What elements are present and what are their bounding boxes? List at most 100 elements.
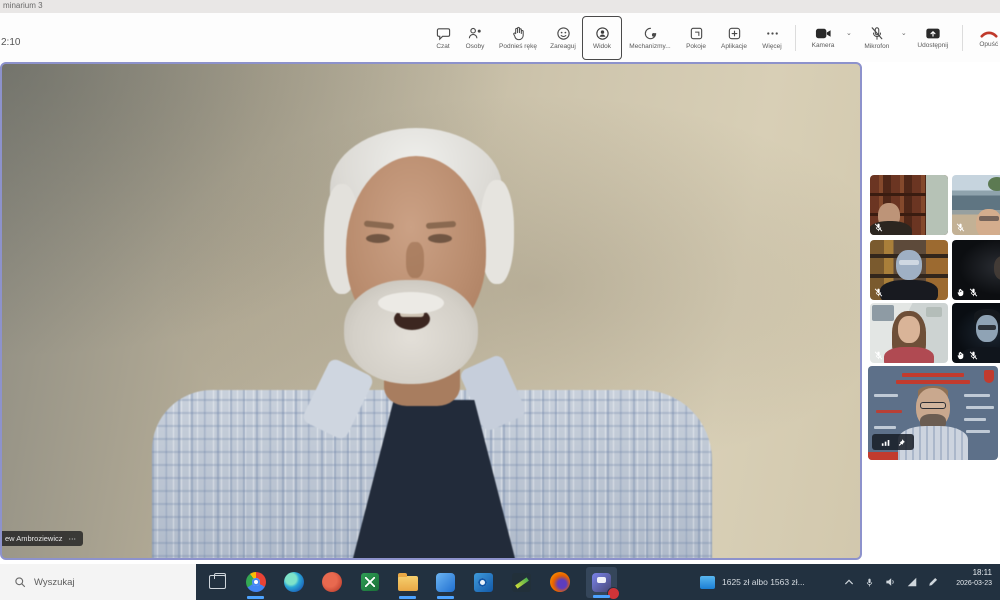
mic-chevron-icon[interactable]: ⌄ [901,29,907,37]
breakout-button[interactable]: Mechanizmy... [622,18,678,58]
participants-sidebar [862,62,1000,560]
tray-chevron-up-icon[interactable] [844,578,854,586]
participant-tile-presenter-slide[interactable] [868,366,998,460]
slide-text-bar [964,418,986,421]
notification-badge [607,587,620,600]
camera-chevron-icon[interactable]: ⌄ [846,29,852,37]
meeting-timer: 2:10 [1,37,20,48]
apps-button[interactable]: Aplikacje [714,18,754,58]
raised-hand-badge-icon [956,351,965,360]
speaker-mustache [378,292,444,314]
green-app-icon [512,573,531,592]
powerpoint-icon [322,572,342,592]
participant-tile-young-woman[interactable] [870,303,948,363]
teams-meeting-window: minarium 3 2:10 Czat Osoby Podnieś rękę … [0,0,1000,600]
participant-name-pill[interactable]: ew Ambroziewicz ⋯ [0,531,83,546]
tray-network-icon[interactable] [907,577,917,587]
slide-text-bar [966,406,994,409]
participant-tile-glasses-man[interactable] [870,240,948,300]
task-view-button[interactable] [206,571,229,594]
presenter-status-pill [872,434,914,450]
raise-hand-button[interactable]: Podnieś rękę [492,18,544,58]
rooms-label: Pokoje [686,43,706,50]
excel-button[interactable] [358,571,381,594]
blue-app-button[interactable] [434,571,457,594]
file-explorer-button[interactable] [396,571,419,594]
task-view-icon [209,575,226,589]
toolbar-divider [795,25,796,51]
taskbar-app-icons [198,564,617,600]
participant-more-icon[interactable]: ⋯ [69,534,77,543]
pin-icon [897,438,906,447]
slide-text-bar [964,394,990,397]
running-indicator [437,596,454,599]
mic-button[interactable]: Mikrofon [854,18,900,58]
share-button[interactable]: Udostępnij [909,18,957,58]
edge-button[interactable] [282,571,305,594]
slide-text-bar [966,430,990,433]
tray-pen-icon[interactable] [928,577,938,587]
status-badges [956,288,978,297]
mic-muted-badge [874,351,883,360]
teams-button[interactable] [586,567,617,598]
participant-tile-blue-light-man[interactable] [952,303,1000,363]
taskbar-clock[interactable]: 18:11 2026-03-23 [956,568,992,588]
presenter-glasses [920,402,946,409]
participant-tile-bookshelf-man[interactable] [870,175,948,235]
speaker-nose [406,242,424,278]
chat-icon [436,26,451,41]
chat-button[interactable]: Czat [428,18,458,58]
chat-label: Czat [436,43,449,50]
outlook-button[interactable] [472,571,495,594]
speaker-eye [428,234,452,243]
scene-tree [988,177,1000,191]
search-placeholder: Wyszukaj [34,577,75,588]
camera-label: Kamera [812,42,835,49]
rooms-button[interactable]: Pokoje [678,18,714,58]
leave-label: Opuść [979,41,998,48]
participant-tile-dark-room[interactable] [952,240,1000,300]
participant-head [976,209,1000,235]
taskbar-search[interactable]: Wyszukaj [0,564,196,600]
slide-title-bar [902,373,964,377]
scene-decor [926,307,942,317]
camera-button[interactable]: Kamera [801,18,845,58]
main-video-tile[interactable]: ew Ambroziewicz ⋯ [0,62,862,560]
camera-icon [815,27,832,40]
view-label: Widok [593,43,611,50]
apps-label: Aplikacje [721,43,747,50]
participant-body [880,280,938,300]
leave-button[interactable]: Opuść [968,18,1000,58]
share-label: Udostępnij [917,42,948,49]
clock-time: 18:11 [956,568,992,579]
tray-mic-icon[interactable] [865,577,874,588]
participant-glasses [978,325,996,330]
green-app-button[interactable] [510,571,533,594]
hangup-icon [980,29,998,39]
window-titlebar: minarium 3 [0,0,1000,13]
powerpoint-button[interactable] [320,571,343,594]
news-widget[interactable]: 1625 zł albo 1563 zł... [700,564,805,600]
participant-tile-beach[interactable] [952,175,1000,235]
status-badges [956,351,978,360]
participant-name: ew Ambroziewicz [5,534,63,543]
mic-label: Mikrofon [864,43,889,50]
mic-muted-badge [874,223,883,232]
speaker-video [2,64,860,558]
raise-hand-icon [511,26,526,41]
raise-hand-label: Podnieś rękę [499,43,537,50]
react-button[interactable]: Zareaguj [544,18,582,58]
mic-muted-badge-icon [969,351,978,360]
apps-icon [727,26,742,41]
view-button[interactable]: Widok [582,16,622,60]
firefox-button[interactable] [548,571,571,594]
people-button[interactable]: Osoby [458,18,492,58]
rooms-icon [689,26,704,41]
breakout-icon [643,26,658,41]
more-button[interactable]: Więcej [754,18,790,58]
participant-head [896,250,922,280]
blue-app-icon [436,573,455,592]
chrome-button[interactable] [244,571,267,594]
clock-date: 2026-03-23 [956,579,992,588]
tray-speaker-icon[interactable] [885,577,896,587]
